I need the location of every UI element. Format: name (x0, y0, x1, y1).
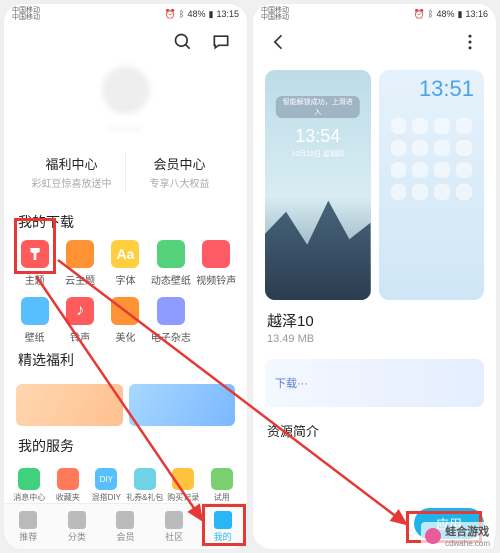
tab-bar: 推荐 分类 会员 社区 我的 (4, 503, 247, 549)
download-wallpaper[interactable]: 壁纸 (12, 297, 57, 344)
theme-title: 越泽10 (253, 310, 496, 331)
home-clock: 13:51 (419, 76, 474, 102)
bluetooth-icon: ᛒ (428, 9, 433, 19)
message-icon[interactable] (209, 30, 233, 54)
top-bar (4, 22, 247, 62)
battery-pct: 48% (437, 9, 455, 19)
phone-left: 中国移动 中国移动 ⏰ ᛒ 48% ▮ 13:15 ····· (4, 4, 247, 549)
watermark-logo-icon (425, 528, 441, 544)
download-cloud-theme[interactable]: 云主题 (57, 240, 102, 287)
back-icon[interactable] (267, 30, 291, 54)
carrier-label: 中国移动 (261, 14, 289, 21)
top-bar (253, 22, 496, 62)
more-icon[interactable] (458, 30, 482, 54)
center-title: 福利中心 (18, 154, 125, 173)
center-sub: 专享八大权益 (126, 175, 233, 190)
lock-widget: 智能解锁成功，上滑进入 13:54 10月18日 星期四 (276, 96, 360, 159)
center-sub: 彩虹豆惊喜放送中 (18, 175, 125, 190)
avatar (102, 66, 150, 114)
download-live-wallpaper[interactable]: 动态壁纸 (148, 240, 193, 287)
download-magazine[interactable]: 电子杂志 (148, 297, 193, 344)
alarm-icon: ⏰ (165, 9, 176, 20)
watermark-brand: 蛙合游戏 (445, 523, 490, 539)
clock: 13:16 (465, 9, 488, 19)
download-video-ringtone[interactable]: 视频铃声 (194, 240, 239, 287)
status-bar: 中国移动 中国移动 ⏰ ᛒ 48% ▮ 13:16 (253, 4, 496, 22)
center-title: 会员中心 (126, 154, 233, 173)
watermark-url: cdwahe.com (445, 539, 490, 548)
svc-favorites[interactable]: 收藏夹 (49, 468, 88, 503)
downloads-grid: 主题 云主题 Aa字体 动态壁纸 视频铃声 壁纸 ♪铃声 美化 电子杂志 (4, 240, 247, 344)
svc-gifts[interactable]: 礼券&礼包 (126, 468, 165, 503)
status-bar: 中国移动 中国移动 ⏰ ᛒ 48% ▮ 13:15 (4, 4, 247, 22)
bluetooth-icon: ᛒ (179, 9, 184, 19)
section-services-title: 我的服务 (4, 430, 247, 464)
profile-area[interactable]: ····· (4, 62, 247, 146)
carrier-label: 中国移动 (12, 14, 40, 21)
centers-row: 福利中心 彩虹豆惊喜放送中 会员中心 专享八大权益 (18, 152, 233, 192)
benefit-banner[interactable] (16, 384, 123, 426)
download-theme[interactable]: 主题 (12, 240, 57, 287)
svc-messages[interactable]: 消息中心 (10, 468, 49, 503)
phone-right: 中国移动 中国移动 ⏰ ᛒ 48% ▮ 13:16 智能解锁成功，上滑进入 (253, 4, 496, 549)
promo-banner[interactable]: 下载··· (265, 359, 484, 407)
clock: 13:15 (216, 9, 239, 19)
theme-size: 13.49 MB (253, 331, 496, 359)
preview-homescreen[interactable]: 13:51 (379, 70, 485, 300)
download-ringtone[interactable]: ♪铃声 (57, 297, 102, 344)
section-benefits-title: 精选福利 (4, 344, 247, 378)
svc-trial[interactable]: 试用 (203, 468, 242, 503)
tab-community[interactable]: 社区 (150, 504, 199, 549)
svc-purchases[interactable]: 购买记录 (164, 468, 203, 503)
battery-pct: 48% (188, 9, 206, 19)
section-downloads-title: 我的下载 (4, 206, 247, 240)
battery-icon: ▮ (458, 9, 463, 20)
theme-previews: 智能解锁成功，上滑进入 13:54 10月18日 星期四 13:51 (253, 62, 496, 310)
preview-lockscreen[interactable]: 智能解锁成功，上滑进入 13:54 10月18日 星期四 (265, 70, 371, 300)
carrier-label: 中国移动 (12, 7, 40, 14)
resource-intro-title: 资源简介 (253, 415, 496, 446)
tab-category[interactable]: 分类 (53, 504, 102, 549)
battery-icon: ▮ (209, 9, 214, 20)
download-beautify[interactable]: 美化 (103, 297, 148, 344)
benefits-banners (4, 378, 247, 430)
tab-member[interactable]: 会员 (101, 504, 150, 549)
download-font[interactable]: Aa字体 (103, 240, 148, 287)
benefit-center[interactable]: 福利中心 彩虹豆惊喜放送中 (18, 152, 125, 192)
alarm-icon: ⏰ (414, 9, 425, 20)
watermark: 蛙合游戏 cdwahe.com (421, 522, 494, 549)
carrier-label: 中国移动 (261, 7, 289, 14)
services-row: 消息中心 收藏夹 DIY混搭DIY 礼券&礼包 购买记录 试用 (4, 464, 247, 503)
username: ····· (109, 120, 142, 136)
home-grid (391, 118, 473, 200)
svc-diy[interactable]: DIY混搭DIY (87, 468, 126, 503)
tab-recommend[interactable]: 推荐 (4, 504, 53, 549)
benefit-banner[interactable] (129, 384, 236, 426)
tab-mine[interactable]: 我的 (198, 504, 247, 549)
search-icon[interactable] (171, 30, 195, 54)
member-center[interactable]: 会员中心 专享八大权益 (125, 152, 233, 192)
mountain-art (265, 190, 371, 300)
